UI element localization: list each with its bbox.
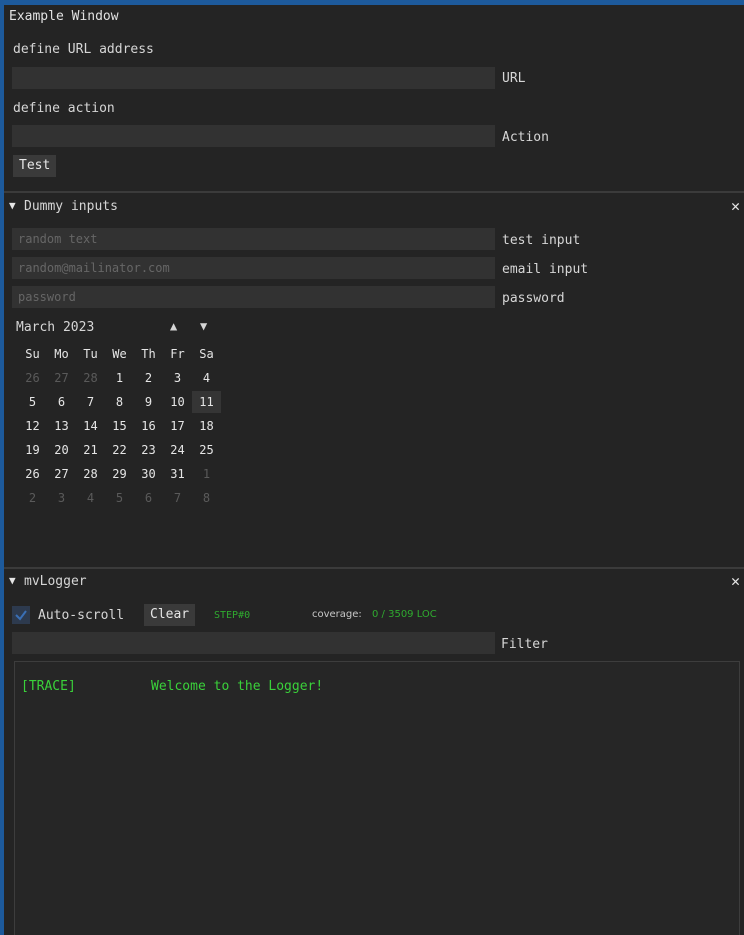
calendar-day-selected[interactable]: 11 bbox=[192, 391, 221, 413]
calendar-week: 26 27 28 1 2 3 4 bbox=[18, 367, 221, 391]
calendar-day[interactable]: 2 bbox=[18, 487, 47, 509]
calendar-day[interactable]: 29 bbox=[105, 463, 134, 485]
calendar-week: 2 3 4 5 6 7 8 bbox=[18, 487, 221, 511]
calendar-day[interactable]: 2 bbox=[134, 367, 163, 389]
close-icon[interactable]: ✕ bbox=[731, 572, 740, 590]
calendar-day[interactable]: 26 bbox=[18, 463, 47, 485]
calendar-day[interactable]: 28 bbox=[76, 367, 105, 389]
step-counter: STEP#0 bbox=[214, 610, 251, 621]
autoscroll-checkbox[interactable] bbox=[12, 606, 30, 624]
calendar-day[interactable]: 9 bbox=[134, 391, 163, 413]
calendar-month-year[interactable]: March 2023 bbox=[16, 320, 94, 335]
url-input[interactable] bbox=[12, 67, 495, 89]
calendar-day[interactable]: 31 bbox=[163, 463, 192, 485]
divider bbox=[4, 567, 744, 569]
calendar-day[interactable]: 17 bbox=[163, 415, 192, 437]
filter-label: Filter bbox=[501, 637, 548, 652]
calendar-day[interactable]: 10 bbox=[163, 391, 192, 413]
collapse-triangle-icon[interactable]: ▼ bbox=[9, 574, 16, 587]
example-window: Example Window define URL address URL de… bbox=[4, 5, 744, 935]
calendar-day[interactable]: 12 bbox=[18, 415, 47, 437]
weekday-label: Mo bbox=[54, 347, 69, 361]
log-output[interactable]: [TRACE] Welcome to the Logger! bbox=[14, 661, 740, 935]
calendar-week: 26 27 28 29 30 31 1 bbox=[18, 463, 221, 487]
calendar-day[interactable]: 3 bbox=[47, 487, 76, 509]
test-button[interactable]: Test bbox=[13, 155, 57, 177]
calendar-day[interactable]: 5 bbox=[18, 391, 47, 413]
calendar-day[interactable]: 3 bbox=[163, 367, 192, 389]
weekday-label: Su bbox=[25, 347, 40, 361]
url-caption: define URL address bbox=[13, 42, 154, 57]
calendar-week: 5 6 7 8 9 10 11 bbox=[18, 391, 221, 415]
dummy-inputs-header[interactable]: ▼ Dummy inputs ✕ bbox=[4, 196, 744, 218]
calendar-day[interactable]: 26 bbox=[18, 367, 47, 389]
email-input-label: email input bbox=[502, 262, 589, 277]
password-input-label: password bbox=[502, 291, 565, 306]
calendar-day[interactable]: 6 bbox=[47, 391, 76, 413]
month-up-icon[interactable]: ▲ bbox=[170, 319, 177, 333]
calendar-day[interactable]: 7 bbox=[163, 487, 192, 509]
collapse-triangle-icon[interactable]: ▼ bbox=[9, 199, 16, 212]
password-input[interactable]: password bbox=[12, 286, 495, 308]
weekday-label: We bbox=[112, 347, 127, 361]
calendar-day[interactable]: 20 bbox=[47, 439, 76, 461]
calendar-day[interactable]: 6 bbox=[134, 487, 163, 509]
window-title[interactable]: Example Window bbox=[4, 5, 744, 27]
calendar-day[interactable]: 19 bbox=[18, 439, 47, 461]
calendar-day[interactable]: 8 bbox=[105, 391, 134, 413]
text-input[interactable]: random text bbox=[12, 228, 495, 250]
calendar-weekday-row: Su Mo Tu We Th Fr Sa bbox=[18, 343, 221, 367]
calendar-week: 12 13 14 15 16 17 18 bbox=[18, 415, 221, 439]
clear-button[interactable]: Clear bbox=[144, 604, 196, 626]
filter-input[interactable] bbox=[12, 632, 495, 654]
calendar-day[interactable]: 27 bbox=[47, 463, 76, 485]
weekday-label: Tu bbox=[83, 347, 98, 361]
action-label: Action bbox=[502, 130, 549, 145]
calendar-day[interactable]: 16 bbox=[134, 415, 163, 437]
dummy-inputs-title: Dummy inputs bbox=[24, 199, 118, 214]
logger-title: mvLogger bbox=[24, 574, 87, 589]
log-message: Welcome to the Logger! bbox=[151, 679, 324, 694]
divider bbox=[4, 191, 744, 193]
calendar-day[interactable]: 5 bbox=[105, 487, 134, 509]
close-icon[interactable]: ✕ bbox=[731, 197, 740, 215]
calendar-day[interactable]: 21 bbox=[76, 439, 105, 461]
autoscroll-label: Auto-scroll bbox=[38, 608, 125, 623]
logger-header[interactable]: ▼ mvLogger ✕ bbox=[4, 571, 744, 593]
calendar-day[interactable]: 4 bbox=[192, 367, 221, 389]
calendar-day[interactable]: 7 bbox=[76, 391, 105, 413]
month-down-icon[interactable]: ▼ bbox=[200, 319, 207, 333]
calendar-grid: Su Mo Tu We Th Fr Sa 26 27 28 1 2 3 4 5 … bbox=[18, 343, 221, 511]
checkmark-icon bbox=[15, 610, 27, 621]
calendar-day[interactable]: 30 bbox=[134, 463, 163, 485]
action-caption: define action bbox=[13, 101, 115, 116]
calendar-day[interactable]: 23 bbox=[134, 439, 163, 461]
weekday-label: Th bbox=[141, 347, 156, 361]
calendar-day[interactable]: 13 bbox=[47, 415, 76, 437]
calendar-day[interactable]: 15 bbox=[105, 415, 134, 437]
calendar-day[interactable]: 18 bbox=[192, 415, 221, 437]
calendar-day[interactable]: 14 bbox=[76, 415, 105, 437]
coverage-value: 0 / 3509 LOC bbox=[372, 609, 437, 620]
calendar-week: 19 20 21 22 23 24 25 bbox=[18, 439, 221, 463]
weekday-label: Fr bbox=[170, 347, 185, 361]
action-input[interactable] bbox=[12, 125, 495, 147]
calendar-day[interactable]: 4 bbox=[76, 487, 105, 509]
coverage-label: coverage: bbox=[312, 609, 362, 620]
calendar-day[interactable]: 28 bbox=[76, 463, 105, 485]
text-input-label: test input bbox=[502, 233, 581, 248]
url-label: URL bbox=[502, 71, 526, 86]
calendar-day[interactable]: 1 bbox=[192, 463, 221, 485]
calendar-day[interactable]: 22 bbox=[105, 439, 134, 461]
calendar-day[interactable]: 24 bbox=[163, 439, 192, 461]
log-level: [TRACE] bbox=[21, 679, 76, 694]
calendar-day[interactable]: 1 bbox=[105, 367, 134, 389]
email-input[interactable]: random@mailinator.com bbox=[12, 257, 495, 279]
weekday-label: Sa bbox=[199, 347, 214, 361]
calendar-day[interactable]: 27 bbox=[47, 367, 76, 389]
calendar-day[interactable]: 25 bbox=[192, 439, 221, 461]
calendar-day[interactable]: 8 bbox=[192, 487, 221, 509]
